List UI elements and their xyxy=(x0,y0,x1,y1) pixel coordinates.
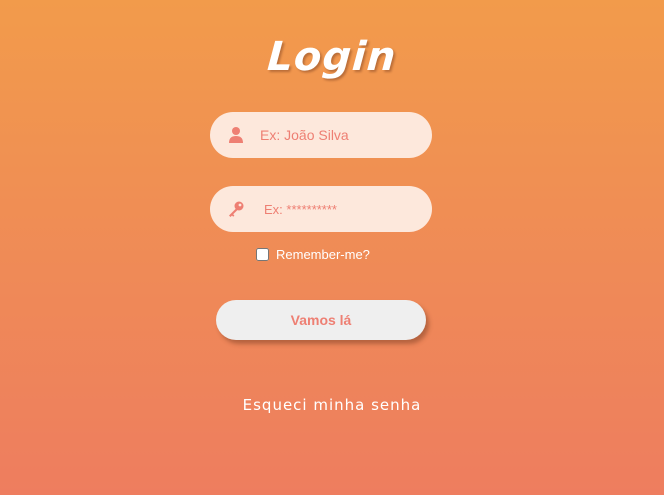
key-icon xyxy=(226,199,246,219)
user-icon xyxy=(226,125,246,145)
username-input[interactable] xyxy=(260,112,425,158)
password-input[interactable] xyxy=(264,186,429,232)
password-field[interactable] xyxy=(210,186,432,232)
submit-button[interactable]: Vamos lá xyxy=(216,300,426,340)
username-field[interactable] xyxy=(210,112,432,158)
page-title: Login xyxy=(265,34,398,80)
forgot-password-link[interactable]: Esqueci minha senha xyxy=(14,396,650,414)
remember-me-label[interactable]: Remember-me? xyxy=(276,247,370,262)
remember-me-checkbox[interactable] xyxy=(256,247,269,261)
remember-me-row: Remember-me? xyxy=(256,245,370,263)
